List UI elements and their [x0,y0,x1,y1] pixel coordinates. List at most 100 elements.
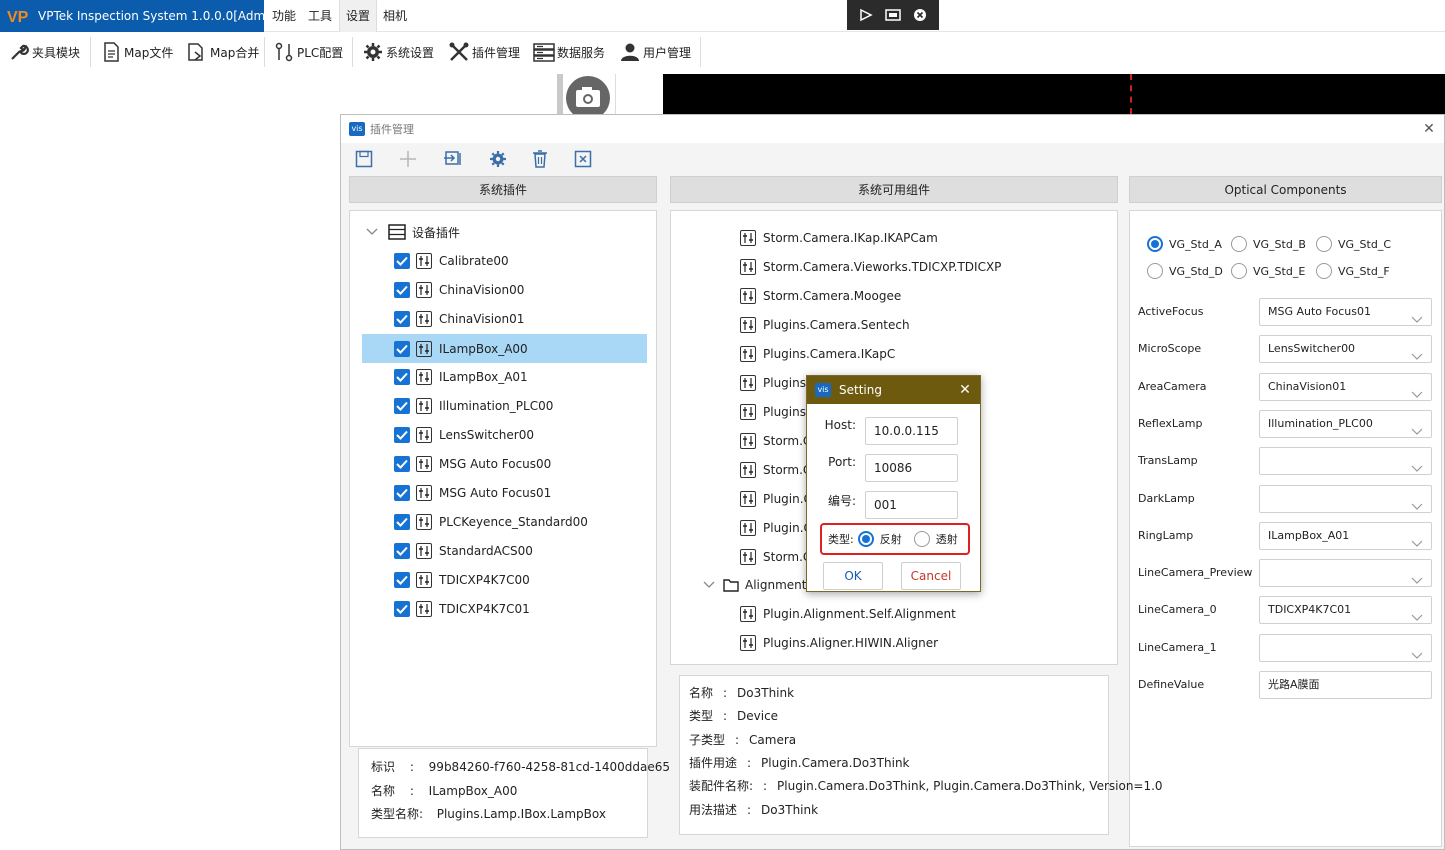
tree-row-plugin[interactable]: TDICXP4K7C00 [394,568,530,592]
component-row[interactable]: Plugin.C [740,487,812,511]
tree-group-device-plugins[interactable]: 设备插件 [366,220,460,244]
optical-radio[interactable]: VG_Std_E [1231,263,1305,279]
menu-tools[interactable]: 工具 [302,0,338,32]
checkbox[interactable] [394,253,410,269]
close-icon[interactable]: ✕ [1420,120,1438,138]
tree-row-plugin[interactable]: ChinaVision00 [394,278,524,302]
toolbar-users-button[interactable]: 用户管理 [619,39,691,65]
tree-row-plugin[interactable]: Calibrate00 [394,249,509,273]
component-row[interactable]: Plugin.Alignment.Self.Alignment [740,602,956,626]
tree-row-plugin[interactable]: Illumination_PLC00 [394,394,553,418]
radio-button[interactable] [1147,236,1163,252]
tree-group-alignment[interactable]: Alignment [703,573,806,597]
optical-radio[interactable]: VG_Std_D [1147,263,1223,279]
port-input[interactable]: 10086 [865,454,958,482]
cancel-button[interactable]: Cancel [901,562,961,590]
gear-icon[interactable] [487,148,509,170]
optical-radio[interactable]: VG_Std_A [1147,236,1222,252]
chevron-down-icon[interactable] [366,225,380,239]
toolbar-plugins-button[interactable]: 插件管理 [448,39,520,65]
checkbox[interactable] [394,398,410,414]
optical-field-dropdown[interactable] [1259,484,1432,513]
optical-radio[interactable]: VG_Std_B [1231,236,1306,252]
optical-field-dropdown[interactable] [1259,447,1432,476]
pin-icon[interactable] [857,6,875,24]
radio-button[interactable] [1316,236,1332,252]
component-row[interactable]: Storm.Camera.IKap.IKAPCam [740,226,938,250]
tree-row-plugin[interactable]: MSG Auto Focus01 [394,481,551,505]
checkbox[interactable] [394,514,410,530]
component-row[interactable]: Plugin.C [740,516,812,540]
menu-settings[interactable]: 设置 [339,0,378,32]
tree-row-plugin[interactable]: LensSwitcher00 [394,423,534,447]
optical-field-dropdown[interactable] [1259,559,1432,588]
toolbar-mapmerge-button[interactable]: Map合并 [186,39,259,65]
checkbox[interactable] [394,572,410,588]
import-icon[interactable] [442,148,464,170]
component-row[interactable]: Plugins. [740,400,810,424]
checkbox[interactable] [394,485,410,501]
radio-button[interactable] [1231,236,1247,252]
camera-icon[interactable] [563,76,613,120]
define-value-input[interactable]: 光路A膜面 [1259,671,1432,699]
camera-view[interactable] [663,74,1445,114]
component-row[interactable]: Storm.Camera.Moogee [740,284,901,308]
checkbox[interactable] [394,369,410,385]
checkbox[interactable] [394,311,410,327]
optical-field-dropdown[interactable] [1259,633,1432,662]
component-row[interactable]: Storm.C [740,429,811,453]
tree-row-plugin[interactable]: TDICXP4K7C01 [394,597,530,621]
screen-icon[interactable] [884,6,902,24]
toolbar-settings-button[interactable]: 系统设置 [362,39,434,65]
component-row[interactable]: Plugins. [740,371,810,395]
optical-radio[interactable]: VG_Std_C [1316,236,1391,252]
optical-field-dropdown[interactable]: ILampBox_A01 [1259,521,1432,550]
component-row[interactable]: Plugins.Aligner.HIWIN.Aligner [740,631,938,655]
toolbar-mapfile-button[interactable]: Map文件 [100,39,173,65]
chevron-down-icon[interactable] [703,578,717,592]
component-row[interactable]: Plugins.Camera.Sentech [740,313,910,337]
menu-function[interactable]: 功能 [266,0,302,32]
checkbox[interactable] [394,282,410,298]
radio-button[interactable] [1147,263,1163,279]
checkbox[interactable] [394,427,410,443]
optical-field-dropdown[interactable]: ChinaVision01 [1259,372,1432,401]
close-icon[interactable]: ✕ [956,381,974,399]
tree-row-plugin[interactable]: PLCKeyence_Standard00 [394,510,588,534]
toolbar-fixture-button[interactable]: 夹具模块 [8,39,80,65]
checkbox[interactable] [394,543,410,559]
component-row[interactable]: Storm.C [740,545,811,569]
delete-icon[interactable] [529,148,551,170]
ok-button[interactable]: OK [823,562,883,590]
toolbar-plc-button[interactable]: PLC配置 [273,39,343,65]
close-icon[interactable] [911,6,929,24]
component-row[interactable]: Storm.C [740,458,811,482]
host-input[interactable]: 10.0.0.115 [865,417,958,445]
type-transmit-radio[interactable] [913,531,930,547]
checkbox[interactable] [394,456,410,472]
radio-button[interactable] [1231,263,1247,279]
type-reflect-radio[interactable] [857,531,874,547]
tree-row-plugin[interactable]: ILampBox_A01 [394,365,528,389]
menu-camera[interactable]: 相机 [377,0,413,32]
checkbox[interactable] [394,601,410,617]
checkbox[interactable] [394,340,410,357]
id-input[interactable]: 001 [865,491,958,519]
add-icon[interactable] [397,148,419,170]
toolbar-dataservice-button[interactable]: 数据服务 [533,39,605,65]
clear-icon[interactable] [572,148,594,170]
tree-row-plugin[interactable]: StandardACS00 [394,539,533,563]
optical-radio[interactable]: VG_Std_F [1316,263,1390,279]
optical-field-dropdown[interactable]: LensSwitcher00 [1259,335,1432,364]
optical-field-dropdown[interactable]: TDICXP4K7C01 [1259,596,1432,625]
component-row[interactable]: Storm.Camera.Vieworks.TDICXP.TDICXP [740,255,1001,279]
optical-field-dropdown[interactable]: Illumination_PLC00 [1259,409,1432,438]
save-icon[interactable] [353,148,375,170]
id-label: 编号: [827,494,856,508]
component-row[interactable]: Plugins.Camera.IKapC [740,342,895,366]
radio-button[interactable] [1316,263,1332,279]
optical-field-dropdown[interactable]: MSG Auto Focus01 [1259,298,1432,326]
tree-row-plugin[interactable]: MSG Auto Focus00 [394,452,551,476]
tree-row-plugin[interactable]: ChinaVision01 [394,307,524,331]
tree-row-plugin[interactable]: ILampBox_A00 [362,334,647,363]
